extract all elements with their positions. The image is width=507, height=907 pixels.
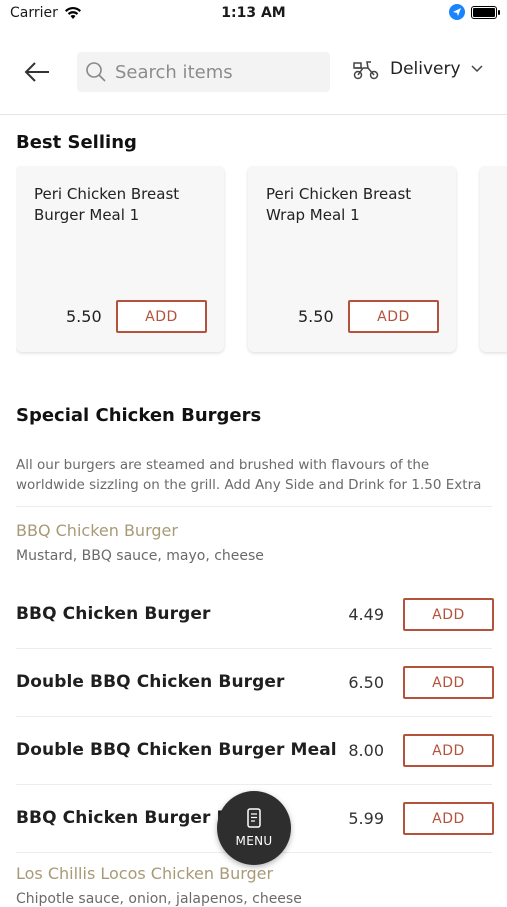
add-button[interactable]: ADD [348, 300, 439, 333]
divider [16, 716, 492, 717]
product-price: 5.50 [298, 307, 334, 326]
search-icon [86, 62, 106, 82]
status-time: 1:13 AM [221, 5, 286, 21]
add-button[interactable]: ADD [403, 734, 494, 767]
section-description: All our burgers are steamed and brushed … [16, 457, 482, 493]
chevron-down-icon [471, 65, 483, 73]
location-icon [449, 4, 465, 20]
best-selling-title: Best Selling [16, 132, 137, 153]
subgroup-name: Los Chillis Locos Chicken Burger [16, 864, 274, 883]
product-price: 5.50 [66, 307, 102, 326]
item-name: BBQ Chicken Burger [16, 604, 211, 624]
scooter-icon [353, 61, 379, 80]
product-card-partial[interactable] [480, 166, 507, 352]
search-input[interactable] [113, 60, 317, 84]
special-burgers-title: Special Chicken Burgers [16, 405, 262, 426]
item-price: 8.00 [348, 741, 384, 760]
menu-item-row[interactable]: BBQ Chicken Burger 4.49 ADD [0, 582, 507, 650]
item-price: 6.50 [348, 673, 384, 692]
subgroup-name: BBQ Chicken Burger [16, 521, 178, 540]
subgroup-description: Mustard, BBQ sauce, mayo, cheese [16, 548, 264, 564]
product-name: Peri Chicken Breast Wrap Meal 1 [266, 185, 412, 224]
add-button[interactable]: ADD [403, 666, 494, 699]
add-button[interactable]: ADD [403, 802, 494, 835]
item-name: Double BBQ Chicken Burger [16, 672, 285, 692]
item-price: 4.49 [348, 605, 384, 624]
back-arrow-icon[interactable] [22, 57, 52, 87]
best-selling-carousel[interactable]: Peri Chicken Breast Burger Meal 1 5.50 A… [16, 166, 507, 356]
menu-item-row[interactable]: Double BBQ Chicken Burger Meal 8.00 ADD [0, 718, 507, 786]
divider [16, 784, 492, 785]
delivery-selector[interactable]: Delivery [352, 58, 483, 80]
product-name: Peri Chicken Breast Burger Meal 1 [34, 185, 180, 224]
subgroup-description: Chipotle sauce, onion, jalapenos, cheese [16, 891, 302, 907]
battery-icon [471, 5, 500, 19]
status-bar: Carrier 1:13 AM [0, 0, 507, 28]
header: Delivery [0, 28, 507, 115]
add-button[interactable]: ADD [403, 598, 494, 631]
item-price: 5.99 [348, 809, 384, 828]
menu-book-icon [247, 808, 261, 828]
delivery-label: Delivery [390, 59, 461, 79]
item-name: Double BBQ Chicken Burger Meal [16, 740, 337, 760]
add-button[interactable]: ADD [116, 300, 207, 333]
menu-item-row[interactable]: Double BBQ Chicken Burger 6.50 ADD [0, 650, 507, 718]
product-card[interactable]: Peri Chicken Breast Wrap Meal 1 5.50 ADD [248, 166, 456, 352]
product-card[interactable]: Peri Chicken Breast Burger Meal 1 5.50 A… [16, 166, 224, 352]
divider [16, 506, 492, 507]
menu-button[interactable]: MENU [217, 791, 291, 865]
search-bar[interactable] [77, 52, 330, 92]
divider [16, 648, 492, 649]
menu-label: MENU [235, 834, 273, 848]
